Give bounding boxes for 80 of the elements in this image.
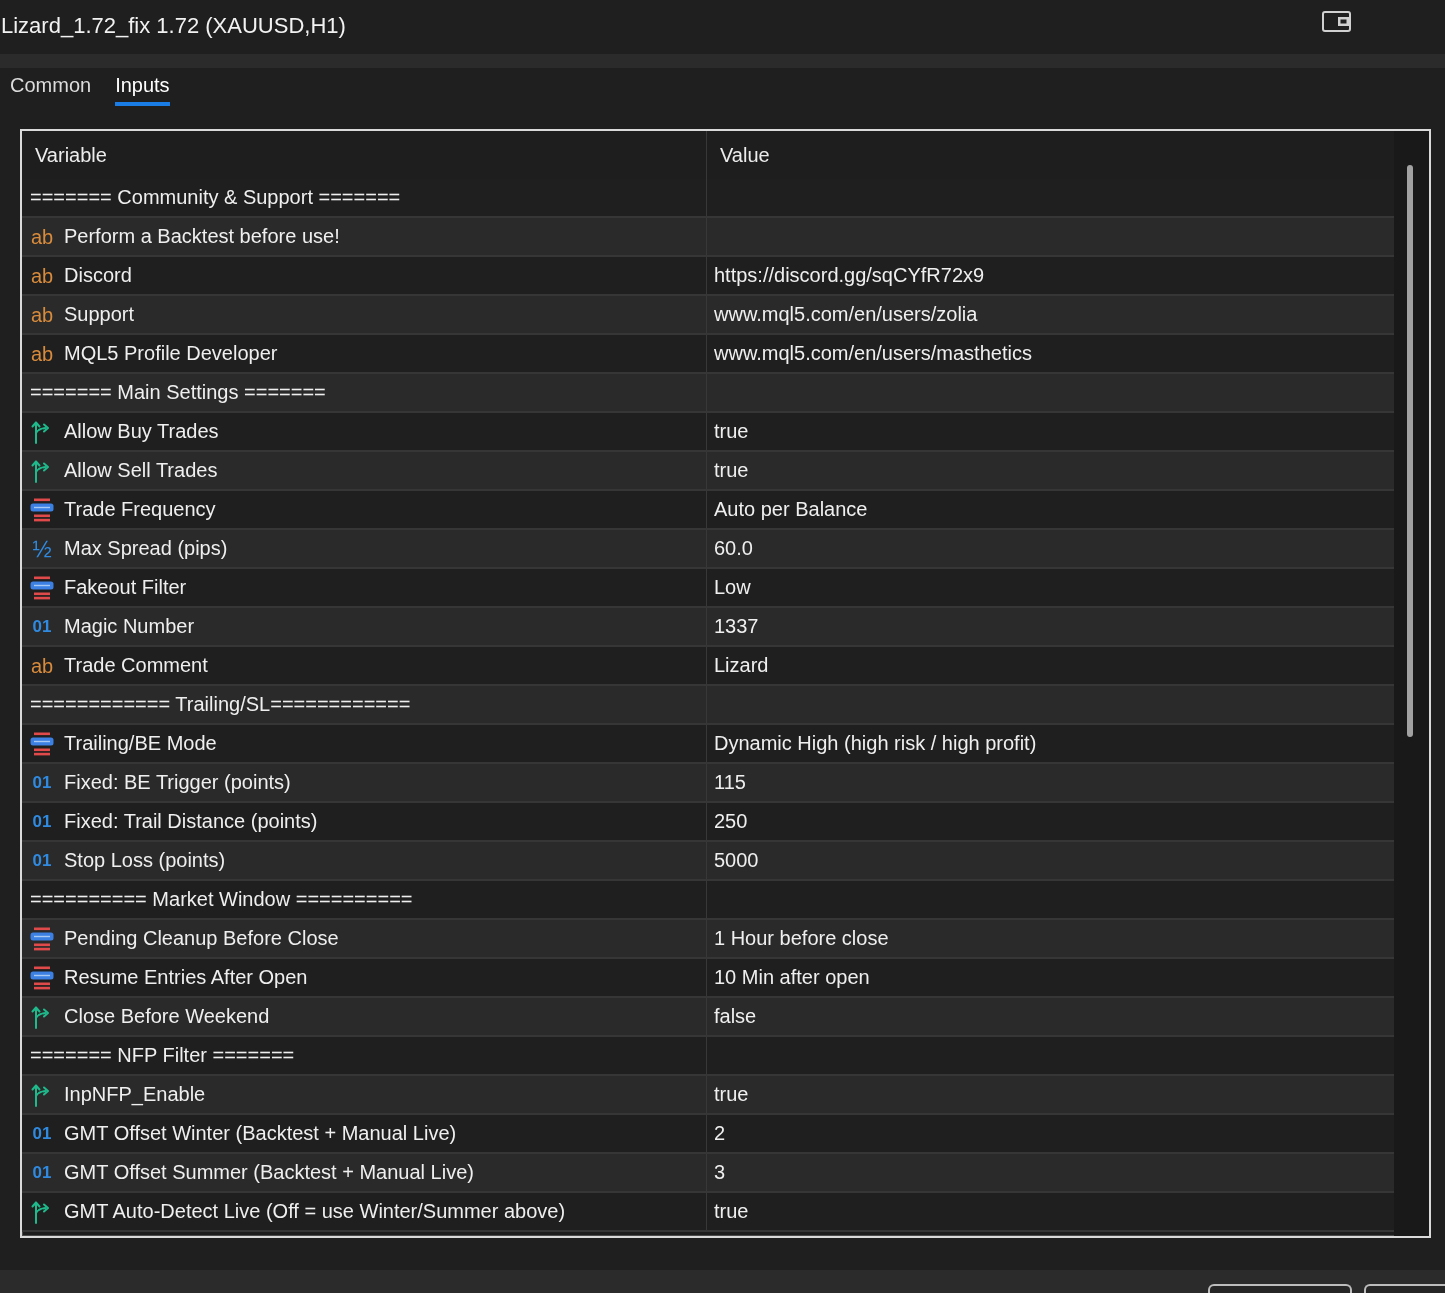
dialog-button[interactable] — [1364, 1284, 1445, 1293]
section-heading: ======= Main Settings ======= — [30, 381, 326, 404]
variable-name: Pending Cleanup Before Close — [64, 927, 339, 950]
variable-name: Trade Frequency — [64, 498, 216, 521]
stacked-bars-icon — [30, 965, 54, 990]
variable-name: Allow Buy Trades — [64, 420, 219, 443]
ab-icon: ab — [30, 653, 54, 678]
tab[interactable]: Common — [10, 68, 92, 106]
table-row[interactable]: 01 Stop Loss (points) 5000 — [22, 842, 1394, 881]
table-row[interactable]: 01 Fixed: BE Trigger (points) 115 — [22, 764, 1394, 803]
table-row[interactable]: ========== Market Window ========== — [22, 881, 1394, 920]
variable-name: GMT Auto-Detect Live (Off = use Winter/Summer above) — [64, 1200, 566, 1223]
table-row[interactable]: Trailing/BE Mode Dynamic High (high risk / high profit) — [22, 725, 1394, 764]
variable-name: Discord — [64, 264, 132, 287]
variable-name: InpNFP_Enable — [64, 1083, 206, 1106]
table-row[interactable]: ab Perform a Backtest before use! — [22, 218, 1394, 257]
ab-icon: ab — [30, 263, 54, 288]
table-row[interactable]: ab Support www.mql5.com/en/users/zolia — [22, 296, 1394, 335]
table-row[interactable]: 01 GMT Offset Winter (Backtest + Manual Live) 2 — [22, 1115, 1394, 1154]
table-row[interactable]: Pending Cleanup Before Close 1 Hour before close — [22, 920, 1394, 959]
ab-icon: ab — [30, 224, 54, 249]
table-row[interactable]: 01 Magic Number 1337 — [22, 608, 1394, 647]
section-heading: ======= NFP Filter ======= — [30, 1044, 295, 1067]
scrollbar-track[interactable] — [1394, 131, 1429, 1236]
variable-name: Trailing/BE Mode — [64, 732, 217, 755]
table-row[interactable]: ab Trade Comment Lizard — [22, 647, 1394, 686]
stacked-bars-icon — [30, 575, 54, 600]
ab-icon: ab — [30, 341, 54, 366]
dialog-button[interactable] — [1208, 1284, 1352, 1293]
ab-icon: ab — [30, 302, 54, 327]
window-icon[interactable] — [1322, 11, 1352, 33]
digits-icon: 01 — [30, 770, 54, 795]
stacked-bars-icon — [30, 731, 54, 756]
table-row[interactable]: Allow Buy Trades true — [22, 413, 1394, 452]
column-header: Variable — [34, 142, 108, 168]
fraction-icon: ½ — [30, 536, 54, 561]
section-heading: ======= Community & Support ======= — [30, 186, 401, 209]
table-row[interactable]: 01 GMT Offset Summer (Backtest + Manual Live) 3 — [22, 1154, 1394, 1193]
variable-name: Fakeout Filter — [64, 576, 187, 599]
variable-name: Magic Number — [64, 615, 195, 638]
window-title: Lizard_1.72_fix 1.72 (XAUUSD,H1) — [1, 13, 346, 40]
variable-name: MQL5 Profile Developer — [64, 342, 278, 365]
section-heading: ========== Market Window ========== — [30, 888, 413, 911]
digits-icon: 01 — [30, 848, 54, 873]
variable-name: GMT Offset Winter (Backtest + Manual Live) — [64, 1122, 457, 1145]
variable-name: Trade Comment — [64, 654, 208, 677]
variable-name: Stop Loss (points) — [64, 849, 226, 872]
table-row[interactable]: ======= Community & Support ======= — [22, 179, 1394, 218]
table-row[interactable]: ======= Main Settings ======= — [22, 374, 1394, 413]
variable-name: Perform a Backtest before use! — [64, 225, 340, 248]
stacked-bars-icon — [30, 497, 54, 522]
table-row[interactable]: Fakeout Filter Low — [22, 569, 1394, 608]
table-row[interactable]: ½ Max Spread (pips) 60.0 — [22, 530, 1394, 569]
variable-name: Support — [64, 303, 135, 326]
digits-icon: 01 — [30, 809, 54, 834]
table-row[interactable]: Resume Entries After Open 10 Min after open — [22, 959, 1394, 998]
table-row[interactable]: Allow Sell Trades true — [22, 452, 1394, 491]
table-row[interactable]: ============ Trailing/SL============ — [22, 686, 1394, 725]
digits-icon: 01 — [30, 614, 54, 639]
variable-name: Fixed: Trail Distance (points) — [64, 810, 318, 833]
section-heading: ============ Trailing/SL============ — [30, 693, 411, 716]
digits-icon: 01 — [30, 1160, 54, 1185]
variable-name: Close Before Weekend — [64, 1005, 270, 1028]
table-row[interactable]: ======= NFP Filter ======= — [22, 1037, 1394, 1076]
variable-name: Fixed: BE Trigger (points) — [64, 771, 291, 794]
table-row[interactable]: ab MQL5 Profile Developer www.mql5.com/en/users/masthetics — [22, 335, 1394, 374]
table-row[interactable]: GMT Auto-Detect Live (Off = use Winter/Summer above) true — [22, 1193, 1394, 1232]
variable-name: Allow Sell Trades — [64, 459, 218, 482]
tab[interactable]: Inputs — [115, 68, 170, 106]
variable-name: GMT Offset Summer (Backtest + Manual Live) — [64, 1161, 474, 1184]
scrollbar-thumb[interactable] — [1407, 165, 1413, 737]
variable-name: Resume Entries After Open — [64, 966, 308, 989]
variable-name: Max Spread (pips) — [64, 537, 228, 560]
table-row[interactable]: Close Before Weekend false — [22, 998, 1394, 1037]
digits-icon: 01 — [30, 1121, 54, 1146]
stacked-bars-icon — [30, 926, 54, 951]
table-row[interactable]: Trade Frequency Auto per Balance — [22, 491, 1394, 530]
table-row[interactable]: InpNFP_Enable true — [22, 1076, 1394, 1115]
table-row[interactable]: 01 Fixed: Trail Distance (points) 250 — [22, 803, 1394, 842]
table-row[interactable]: ab Discord https://discord.gg/sqCYfR72x9 — [22, 257, 1394, 296]
